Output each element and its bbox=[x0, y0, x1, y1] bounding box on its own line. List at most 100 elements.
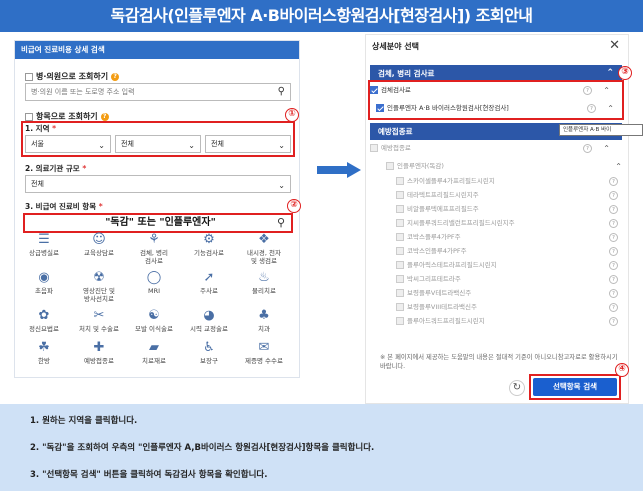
vaccine-item[interactable]: 코박스인플루4가PF주? bbox=[396, 244, 622, 259]
consult-icon: ☺ bbox=[92, 232, 106, 247]
item-search-checkbox[interactable] bbox=[25, 112, 33, 121]
vaccine-checkbox[interactable] bbox=[396, 275, 404, 283]
chevron-up-icon[interactable]: ⌃ bbox=[615, 159, 622, 174]
category-item[interactable]: ➚ 주사료 bbox=[185, 270, 233, 295]
help-icon[interactable]: ? bbox=[609, 317, 618, 326]
category-item[interactable]: ☺ 교육상담료 bbox=[75, 232, 123, 257]
function-test-icon: ⚙ bbox=[203, 232, 215, 247]
category-item[interactable]: ❖ 내시경, 천자 및 생검료 bbox=[240, 232, 288, 265]
vaccine-label: 박씨그리프테트라주 bbox=[407, 275, 461, 283]
item-search-input[interactable]: "독감" 또는 "인플루엔자" ⚲ bbox=[23, 213, 293, 233]
help-icon[interactable]: ? bbox=[609, 303, 618, 312]
category-label: 예방접종료 bbox=[84, 357, 114, 365]
vaccine-checkbox[interactable] bbox=[396, 219, 404, 227]
help-icon[interactable]: ? bbox=[609, 247, 618, 256]
disclaimer-note: ※ 본 페이지에서 제공하는 도움말의 내용은 절대적 기준이 아니오니참고자료… bbox=[380, 354, 618, 370]
help-icon[interactable]: ? bbox=[609, 191, 618, 200]
category-label: 치료재료 bbox=[142, 357, 166, 365]
help-icon[interactable]: ? bbox=[609, 177, 618, 186]
vaccine-checkbox[interactable] bbox=[396, 317, 404, 325]
subgroup-checkbox[interactable] bbox=[386, 162, 394, 170]
vaccine-label: 플루아드쿼드프리필드시린지 bbox=[407, 317, 485, 325]
institution-size-label: 2. 의료기관 규모 * bbox=[25, 163, 86, 174]
close-icon[interactable]: ✕ bbox=[609, 38, 620, 53]
category-item[interactable]: ☢ 영상진단 및 방사선치료 bbox=[75, 270, 123, 303]
institution-size-select[interactable]: 전체 ⌄ bbox=[25, 175, 291, 193]
help-icon[interactable]: ? bbox=[609, 289, 618, 298]
vaccine-checkbox[interactable] bbox=[396, 303, 404, 311]
search-icon[interactable]: ⚲ bbox=[278, 84, 285, 100]
radiology-icon: ☢ bbox=[93, 270, 105, 285]
vaccine-item[interactable]: 코박스플루4가PF주? bbox=[396, 230, 622, 245]
vaccine-label: 지씨플루쿼드리밸런트프리필드시린지주 bbox=[407, 219, 515, 227]
refresh-icon[interactable]: ↻ bbox=[509, 380, 525, 396]
tooth-icon: ♣ bbox=[258, 308, 270, 323]
help-icon[interactable]: ? bbox=[111, 72, 120, 81]
category-item[interactable]: ✉ 제증명 수수료 bbox=[240, 340, 288, 365]
search-icon[interactable]: ⚲ bbox=[277, 215, 285, 231]
subgroup-influenza[interactable]: 인플루엔자(독감) ⌃ bbox=[386, 159, 622, 174]
group-label: 예방접종료 bbox=[381, 144, 411, 152]
vaccine-item[interactable]: 박씨그리프테트라주? bbox=[396, 272, 622, 287]
category-item[interactable]: ♿ 보장구 bbox=[185, 340, 233, 365]
vaccine-checkbox[interactable] bbox=[396, 191, 404, 199]
category-item[interactable]: ◯ MRI bbox=[130, 270, 178, 295]
category-label: 상급병실료 bbox=[29, 249, 59, 257]
category-item[interactable]: ⚙ 기능검사료 bbox=[185, 232, 233, 257]
vaccine-item[interactable]: 보령플루VIII테트라백신주? bbox=[396, 300, 622, 315]
vaccine-label: 비알플루텍에프프리필드주 bbox=[407, 205, 479, 213]
vaccine-checkbox[interactable] bbox=[396, 261, 404, 269]
step-marker-3: ③ bbox=[618, 66, 632, 80]
chevron-down-icon: ⌄ bbox=[278, 181, 285, 190]
help-icon[interactable]: ? bbox=[100, 112, 109, 121]
category-item[interactable]: ▰ 치료재료 bbox=[130, 340, 178, 365]
vaccine-checkbox[interactable] bbox=[396, 205, 404, 213]
category-item[interactable]: ☯ 모발 이식술료 bbox=[130, 308, 178, 333]
hospital-search-checkbox[interactable] bbox=[25, 72, 33, 81]
category-item[interactable]: ♣ 치과 bbox=[240, 308, 288, 333]
vaccine-item[interactable]: 스카이셀플루4가프리필드시린지? bbox=[396, 174, 622, 189]
help-icon[interactable]: ? bbox=[609, 233, 618, 242]
item-category-label-text: 3. 비급여 진료비 항목 bbox=[25, 202, 97, 211]
syringe-icon: ➚ bbox=[203, 270, 215, 285]
vaccine-item[interactable]: 플루아릭스테트라프리필드시린지? bbox=[396, 258, 622, 273]
vaccine-checkbox[interactable] bbox=[396, 289, 404, 297]
category-item[interactable]: ✚ 예방접종료 bbox=[75, 340, 123, 365]
item-tooltip: 인플루엔자 A·B 바이 bbox=[559, 124, 643, 136]
instruction-step-2: 2. "독감"을 조회하여 우측의 "인플루엔자 A,B바이러스 항원검사[현장… bbox=[30, 443, 375, 453]
chevron-up-icon[interactable]: ⌃ bbox=[603, 141, 610, 156]
endoscope-icon: ❖ bbox=[258, 232, 270, 247]
material-icon: ▰ bbox=[149, 340, 159, 355]
hospital-search-input[interactable]: 병·의원 이름 또는 도로명 주소 입력 ⚲ bbox=[25, 83, 291, 101]
category-item[interactable]: ✂ 처치 및 수술료 bbox=[75, 308, 123, 333]
category-item[interactable]: ☘ 한방 bbox=[20, 340, 68, 365]
category-item[interactable]: ◉ 초음파 bbox=[20, 270, 68, 295]
vaccine-item[interactable]: 테라텍트프리필드시린지주? bbox=[396, 188, 622, 203]
item-category-label: 3. 비급여 진료비 항목 * bbox=[25, 201, 103, 212]
category-item[interactable]: ♨ 물리치료 bbox=[240, 270, 288, 295]
hospital-search-placeholder: 병·의원 이름 또는 도로명 주소 입력 bbox=[31, 88, 135, 96]
vaccine-item[interactable]: 지씨플루쿼드리밸런트프리필드시린지주? bbox=[396, 216, 622, 231]
category-item[interactable]: ◕ 시력 교정술료 bbox=[185, 308, 233, 333]
group-vaccination[interactable]: 예방접종료 ? ⌃ bbox=[370, 141, 622, 156]
vaccine-item[interactable]: 비알플루텍에프프리필드주? bbox=[396, 202, 622, 217]
vaccine-item[interactable]: 보령플루V테트라백신주? bbox=[396, 286, 622, 301]
hospital-search-option[interactable]: 병·의원으로 조회하기 ? bbox=[25, 71, 120, 82]
instruction-box: 1. 원하는 지역을 클릭합니다. 2. "독감"을 조회하여 우측의 "인플루… bbox=[0, 404, 643, 491]
group-checkbox[interactable] bbox=[370, 144, 378, 152]
vaccine-checkbox[interactable] bbox=[396, 177, 404, 185]
vaccine-item[interactable]: 플루아드쿼드프리필드시린지? bbox=[396, 314, 622, 329]
category-label: 치과 bbox=[258, 325, 270, 333]
vaccine-checkbox[interactable] bbox=[396, 233, 404, 241]
category-item[interactable]: ⚘ 검체, 병리 검사료 bbox=[130, 232, 178, 265]
help-icon[interactable]: ? bbox=[609, 205, 618, 214]
category-item[interactable]: ✿ 정신요법료 bbox=[20, 308, 68, 333]
vaccine-checkbox[interactable] bbox=[396, 247, 404, 255]
category-item[interactable]: ☰ 상급병실료 bbox=[20, 232, 68, 257]
item-search-value: "독감" 또는 "인플루엔자" bbox=[105, 217, 216, 228]
help-icon[interactable]: ? bbox=[609, 261, 618, 270]
help-icon[interactable]: ? bbox=[583, 144, 592, 153]
step-marker-2: ② bbox=[287, 199, 301, 213]
help-icon[interactable]: ? bbox=[609, 275, 618, 284]
help-icon[interactable]: ? bbox=[609, 219, 618, 228]
